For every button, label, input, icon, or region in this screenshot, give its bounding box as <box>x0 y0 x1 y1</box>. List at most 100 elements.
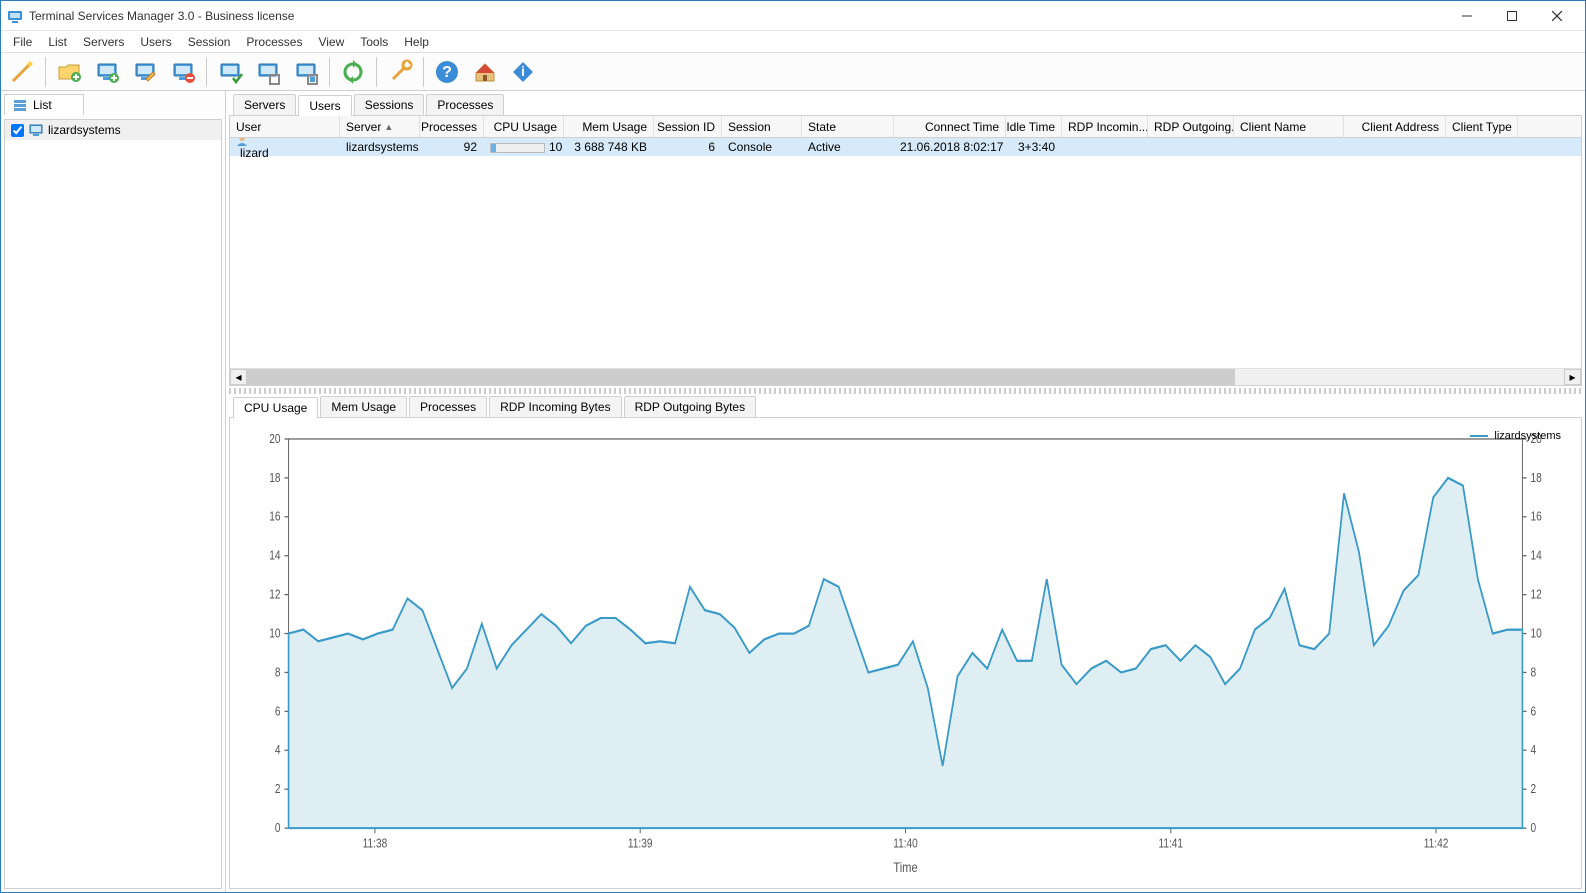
col-header-state[interactable]: State <box>802 116 894 137</box>
cell-user: lizard <box>230 138 340 161</box>
col-header-rdpout[interactable]: RDP Outgoing... <box>1148 116 1234 137</box>
computer-icon <box>29 123 43 137</box>
chart-tab-rdp-incoming-bytes[interactable]: RDP Incoming Bytes <box>489 396 622 417</box>
toolbar-separator <box>423 57 424 87</box>
chart-tabs: CPU UsageMem UsageProcessesRDP Incoming … <box>229 396 1582 418</box>
indeterminate-button[interactable] <box>289 55 323 89</box>
sidebar-tab-label: List <box>33 98 52 112</box>
main-tabs: ServersUsersSessionsProcesses <box>229 94 1582 116</box>
sidebar-tab-list[interactable]: List <box>4 94 84 116</box>
col-header-ctype[interactable]: Client Type <box>1446 116 1518 137</box>
tree-item-lizardsystems[interactable]: lizardsystems <box>5 120 221 140</box>
menu-view[interactable]: View <box>310 33 352 51</box>
tab-servers[interactable]: Servers <box>233 94 296 115</box>
menu-processes[interactable]: Processes <box>238 33 310 51</box>
col-header-caddr[interactable]: Client Address <box>1344 116 1446 137</box>
menu-servers[interactable]: Servers <box>75 33 132 51</box>
toolbar: ?i <box>1 53 1585 91</box>
uncheck-all-button[interactable] <box>251 55 285 89</box>
home-button[interactable] <box>468 55 502 89</box>
svg-text:12: 12 <box>269 587 280 601</box>
svg-text:11:42: 11:42 <box>1424 836 1449 850</box>
scroll-right-arrow[interactable]: ▸ <box>1564 369 1581 385</box>
cell-ctype <box>1446 146 1518 148</box>
svg-text:Time: Time <box>893 859 917 876</box>
minimize-button[interactable] <box>1444 2 1489 30</box>
cell-connect: 21.06.2018 8:02:17 <box>894 139 1006 155</box>
close-button[interactable] <box>1534 2 1579 30</box>
cell-cpu: 10,19% <box>484 139 564 155</box>
folder-add-button[interactable] <box>52 55 86 89</box>
server-add-button[interactable] <box>90 55 124 89</box>
grid-rows: lizardlizardsystems9210,19%3 688 748 KB6… <box>230 138 1581 368</box>
cell-mem: 3 688 748 KB <box>564 139 654 155</box>
toolbar-separator <box>329 57 330 87</box>
col-header-rdpin[interactable]: RDP Incomin... <box>1062 116 1148 137</box>
maximize-button[interactable] <box>1489 2 1534 30</box>
svg-text:2: 2 <box>275 782 281 796</box>
tab-processes[interactable]: Processes <box>426 94 504 115</box>
menu-session[interactable]: Session <box>180 33 239 51</box>
svg-text:14: 14 <box>1531 548 1543 562</box>
chart-tab-mem-usage[interactable]: Mem Usage <box>320 396 407 417</box>
server-remove-button[interactable] <box>166 55 200 89</box>
menu-help[interactable]: Help <box>396 33 437 51</box>
user-icon <box>236 138 333 146</box>
settings-button[interactable] <box>383 55 417 89</box>
list-icon <box>13 98 27 112</box>
svg-text:18: 18 <box>1531 471 1542 485</box>
cell-rdpin <box>1062 146 1148 148</box>
cell-state: Active <box>802 139 894 155</box>
col-header-user[interactable]: User <box>230 116 340 137</box>
col-header-idle[interactable]: Idle Time <box>1006 116 1062 137</box>
chart-tab-rdp-outgoing-bytes[interactable]: RDP Outgoing Bytes <box>624 396 757 417</box>
main-content: ServersUsersSessionsProcesses UserServer… <box>226 91 1585 892</box>
scroll-left-arrow[interactable]: ◂ <box>230 369 247 385</box>
col-header-cpu[interactable]: CPU Usage <box>484 116 564 137</box>
col-header-connect[interactable]: Connect Time <box>894 116 1006 137</box>
grid-hscrollbar[interactable]: ◂ ▸ <box>230 368 1581 385</box>
svg-text:8: 8 <box>275 665 281 679</box>
cell-rdpout <box>1148 146 1234 148</box>
menu-file[interactable]: File <box>5 33 40 51</box>
window-controls <box>1444 2 1579 30</box>
svg-text:6: 6 <box>275 704 281 718</box>
tree-checkbox[interactable] <box>11 124 24 137</box>
menubar: FileListServersUsersSessionProcessesView… <box>1 31 1585 53</box>
grid-row[interactable]: lizardlizardsystems9210,19%3 688 748 KB6… <box>230 138 1581 156</box>
scroll-thumb[interactable] <box>247 369 1235 385</box>
help-button[interactable]: ? <box>430 55 464 89</box>
col-header-session[interactable]: Session <box>722 116 802 137</box>
grid-header: UserServer▲ProcessesCPU UsageMem UsageSe… <box>230 116 1581 138</box>
svg-text:0: 0 <box>1531 821 1537 835</box>
splitter[interactable] <box>229 388 1582 394</box>
col-header-mem[interactable]: Mem Usage <box>564 116 654 137</box>
col-header-server[interactable]: Server▲ <box>340 116 420 137</box>
chart-panel: lizardsystems 00224466881010121214141616… <box>229 418 1582 889</box>
scroll-track[interactable] <box>247 369 1564 385</box>
chart-tab-processes[interactable]: Processes <box>409 396 487 417</box>
check-all-button[interactable] <box>213 55 247 89</box>
svg-text:18: 18 <box>269 471 280 485</box>
svg-text:20: 20 <box>269 432 281 446</box>
legend-line-icon <box>1470 435 1488 437</box>
svg-text:8: 8 <box>1531 665 1537 679</box>
main-body: List lizardsystems ServersUsersSessionsP… <box>1 91 1585 892</box>
server-edit-button[interactable] <box>128 55 162 89</box>
tab-users[interactable]: Users <box>298 95 351 116</box>
col-header-cname[interactable]: Client Name <box>1234 116 1344 137</box>
col-header-processes[interactable]: Processes <box>420 116 484 137</box>
titlebar: Terminal Services Manager 3.0 - Business… <box>1 1 1585 31</box>
tab-sessions[interactable]: Sessions <box>354 94 425 115</box>
svg-text:4: 4 <box>1531 743 1537 757</box>
wizard-button[interactable] <box>5 55 39 89</box>
cell-processes: 92 <box>420 139 484 155</box>
menu-tools[interactable]: Tools <box>352 33 396 51</box>
toolbar-separator <box>206 57 207 87</box>
refresh-button[interactable] <box>336 55 370 89</box>
chart-tab-cpu-usage[interactable]: CPU Usage <box>233 397 318 418</box>
menu-list[interactable]: List <box>40 33 75 51</box>
menu-users[interactable]: Users <box>132 33 179 51</box>
col-header-sid[interactable]: Session ID <box>654 116 722 137</box>
info-button[interactable]: i <box>506 55 540 89</box>
